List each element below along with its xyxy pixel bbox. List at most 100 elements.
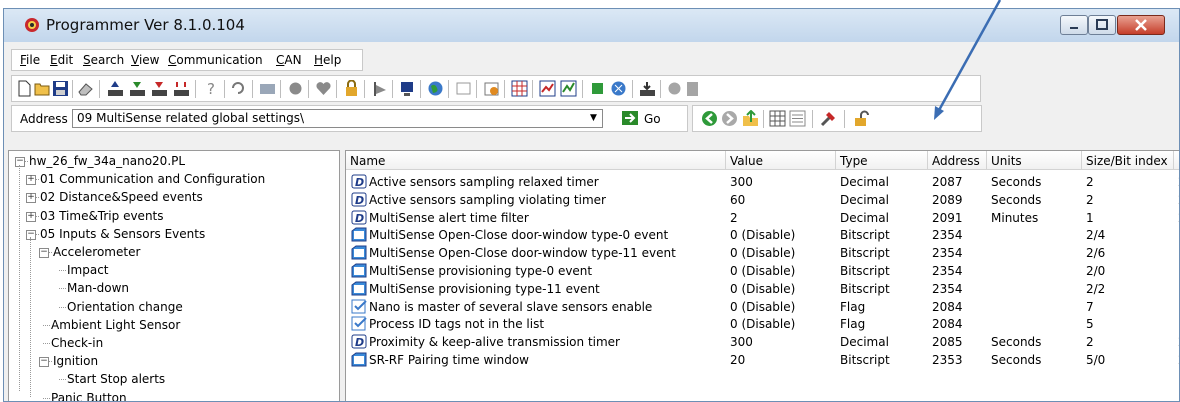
table-row[interactable]: Nano is master of several slave sensors … — [346, 299, 1179, 316]
tree-item[interactable]: 05 Inputs & Sensors Events — [40, 226, 205, 242]
collapse-icon[interactable]: − — [39, 248, 49, 258]
back-icon[interactable] — [701, 110, 718, 127]
cell-type: Bitscript — [840, 281, 890, 296]
table-row[interactable]: MultiSense Open-Close door-window type-1… — [346, 245, 1179, 262]
cell-size: 2/4 — [1086, 228, 1106, 243]
view-list-icon[interactable] — [789, 110, 806, 127]
tools-icon[interactable] — [820, 110, 837, 127]
calendar-icon[interactable] — [483, 80, 500, 97]
decimal-param-icon: D — [351, 334, 367, 349]
lock-icon[interactable] — [343, 80, 360, 97]
svg-text:?: ? — [207, 80, 215, 97]
table-row[interactable]: MultiSense provisioning type-0 event 0 (D… — [346, 263, 1179, 280]
upload-device-icon[interactable] — [107, 80, 124, 97]
globe-icon[interactable] — [427, 80, 444, 97]
title-bar[interactable]: Programmer Ver 8.1.0.104 — [4, 9, 1179, 42]
go-button[interactable]: Go — [622, 109, 682, 129]
tree-item[interactable]: Orientation change — [67, 299, 183, 315]
heart-icon[interactable] — [315, 80, 332, 97]
chart-icon[interactable] — [539, 80, 556, 97]
stop-icon[interactable] — [287, 80, 304, 97]
tree-item[interactable]: 03 Time&Trip events — [40, 208, 164, 224]
maximize-button[interactable] — [1088, 15, 1116, 35]
cell-size: 5 — [1086, 317, 1094, 332]
column-header-size-bit-index[interactable]: Size/Bit index — [1082, 151, 1174, 170]
settings-icon[interactable] — [455, 80, 472, 97]
expand-icon[interactable]: + — [26, 211, 36, 222]
column-header-units[interactable]: Units — [987, 151, 1082, 170]
menu-help[interactable]: Help — [314, 53, 341, 67]
table-row[interactable]: MultiSense Open-Close door-window type-0… — [346, 227, 1179, 244]
download-device-icon[interactable] — [129, 80, 146, 97]
tree-item[interactable]: hw_26_fw_34a_nano20.PL — [29, 153, 185, 169]
decimal-param-icon: D — [351, 210, 367, 225]
table-row[interactable]: D Active sensors sampling violating timer… — [346, 192, 1179, 209]
expand-icon[interactable]: + — [26, 193, 36, 204]
eraser-icon[interactable] — [77, 80, 94, 97]
table-row[interactable]: Process ID tags not in the list 0 (Disabl… — [346, 316, 1179, 333]
menu-search[interactable]: Search — [83, 53, 124, 67]
collapse-icon[interactable]: − — [26, 229, 36, 240]
card-icon[interactable] — [259, 80, 276, 97]
menu-view[interactable]: View — [131, 53, 159, 67]
table-row[interactable]: SR-RF Pairing time window 20 Bitscript 2353… — [346, 352, 1179, 369]
tree-item[interactable]: Panic Button — [51, 390, 127, 401]
collapse-icon[interactable]: − — [39, 357, 49, 368]
record-icon[interactable] — [666, 80, 683, 97]
tree-item[interactable]: Impact — [67, 262, 109, 278]
cell-name: MultiSense Open-Close door-window type-0… — [369, 228, 669, 243]
table-row[interactable]: MultiSense provisioning type-11 event 0 (… — [346, 281, 1179, 298]
network-icon[interactable] — [610, 80, 627, 97]
save-icon[interactable] — [52, 80, 69, 97]
menu-edit[interactable]: Edit — [50, 53, 73, 67]
expand-icon[interactable]: + — [26, 175, 36, 186]
new-file-icon[interactable] — [16, 80, 33, 97]
cell-address: 2084 — [932, 299, 963, 314]
table-row[interactable]: D Active sensors sampling relaxed timer 30… — [346, 174, 1179, 191]
chart-edit-icon[interactable] — [560, 80, 577, 97]
unlock-icon[interactable] — [853, 110, 870, 127]
device-icon[interactable] — [639, 80, 656, 97]
table-row[interactable]: D MultiSense alert time filter 2 Decimal 209… — [346, 210, 1179, 227]
tree-item[interactable]: Start Stop alerts — [67, 371, 165, 387]
address-combobox[interactable]: 09 MultiSense related global settings\ ▼ — [72, 109, 603, 128]
cell-size: 2 — [1086, 175, 1094, 189]
menu-can[interactable]: CAN — [276, 53, 302, 67]
toolbar-separator — [476, 80, 477, 98]
tree-item[interactable]: 01 Communication and Configuration — [40, 171, 265, 187]
flag-icon[interactable] — [371, 80, 388, 97]
download-red-icon[interactable] — [151, 80, 168, 97]
tree-item[interactable]: Check-in — [51, 335, 103, 351]
map-icon[interactable] — [589, 80, 606, 97]
tree-item[interactable]: Accelerometer — [53, 244, 140, 260]
column-header-name[interactable]: Name — [346, 151, 726, 170]
refresh-icon[interactable] — [230, 80, 247, 97]
tree-item[interactable]: Ambient Light Sensor — [51, 317, 180, 333]
monitor-icon[interactable] — [399, 80, 416, 97]
tree-item[interactable]: Ignition — [53, 353, 98, 369]
tree-item[interactable]: 02 Distance&Speed events — [40, 189, 203, 205]
column-header-address[interactable]: Address — [928, 151, 987, 170]
toolbar-separator — [504, 80, 505, 98]
view-grid-icon[interactable] — [769, 110, 786, 127]
menu-communication[interactable]: Communication — [168, 53, 263, 67]
clipboard-icon[interactable] — [684, 80, 701, 97]
toolbar-separator — [632, 80, 633, 98]
collapse-icon[interactable]: − — [15, 157, 25, 167]
column-header-value[interactable]: Value — [726, 151, 836, 170]
tree-item[interactable]: Man-down — [67, 280, 129, 296]
forward-icon[interactable] — [721, 110, 738, 127]
dropdown-arrow-icon[interactable]: ▼ — [586, 111, 601, 126]
table-row[interactable]: D Proximity & keep-alive transmission tim… — [346, 334, 1179, 351]
open-folder-icon[interactable] — [34, 80, 51, 97]
cell-address: 2353 — [932, 353, 963, 367]
close-button[interactable] — [1117, 15, 1165, 35]
help-icon[interactable]: ? — [203, 80, 220, 97]
menu-file[interactable]: File — [20, 53, 40, 67]
grid-icon[interactable] — [511, 80, 528, 97]
column-header-m[interactable]: M — [1174, 151, 1179, 170]
up-folder-icon[interactable] — [742, 110, 759, 127]
compare-icon[interactable] — [173, 80, 190, 97]
minimize-button[interactable] — [1060, 15, 1088, 35]
column-header-type[interactable]: Type — [836, 151, 928, 170]
